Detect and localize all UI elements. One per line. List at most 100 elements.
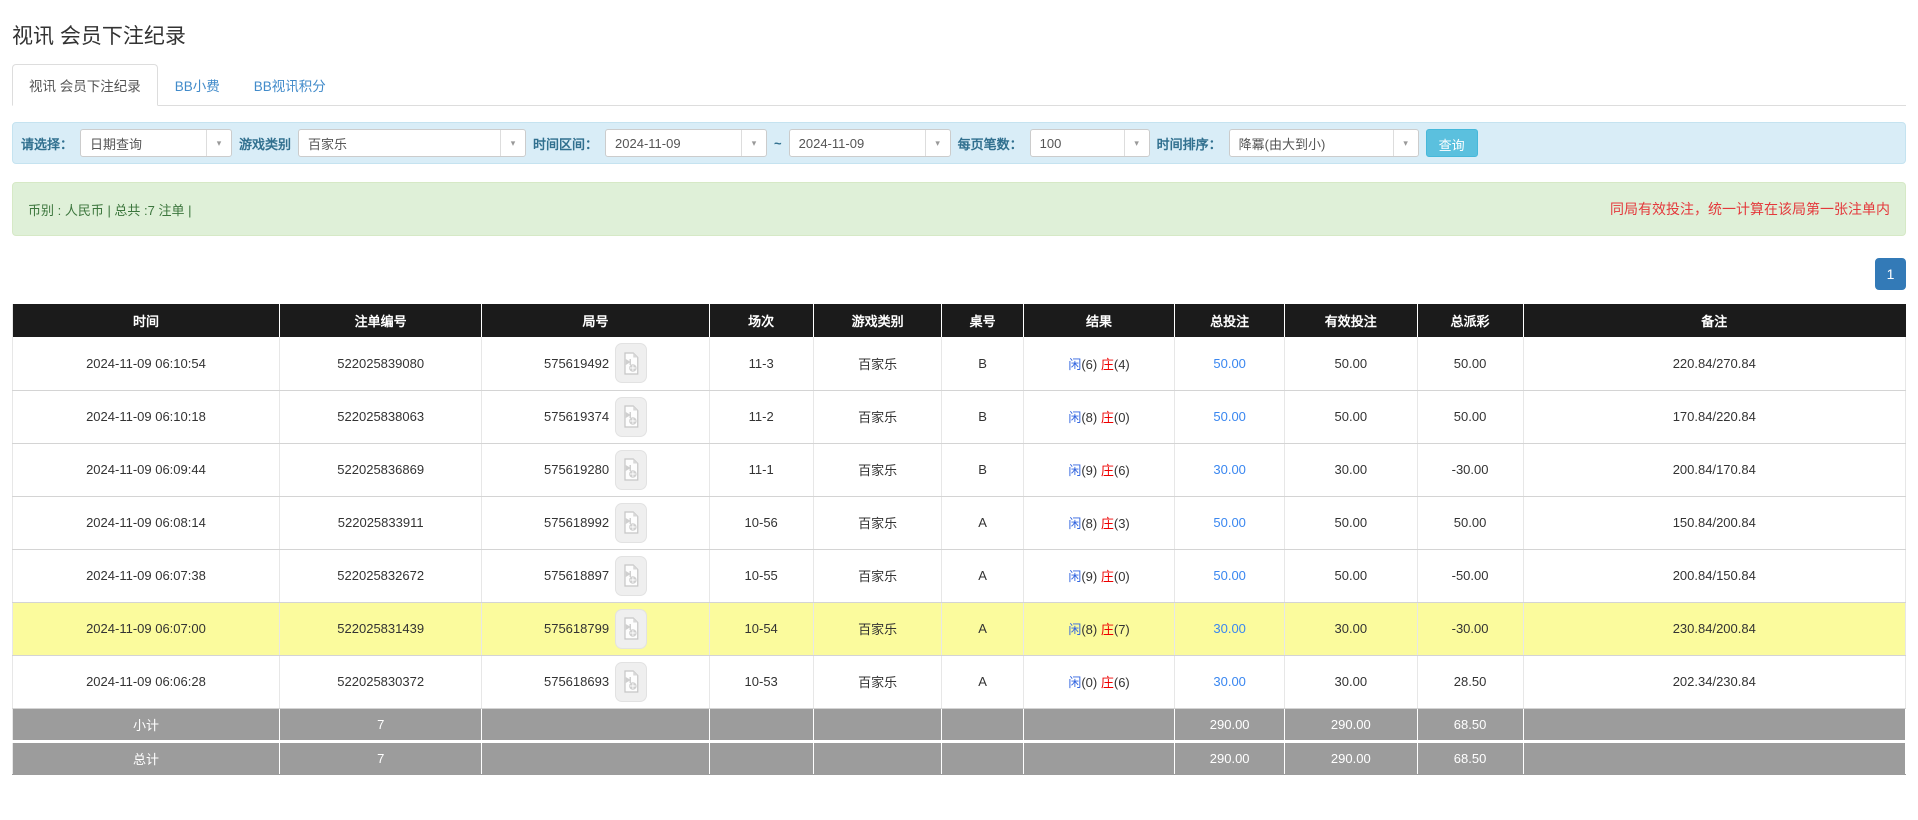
date-to-value: 2024-11-09 (790, 130, 925, 156)
total-bet-link[interactable]: 50.00 (1213, 356, 1246, 371)
tab-2[interactable]: BB视讯积分 (237, 64, 343, 106)
round-wrap: 575619280 (544, 450, 647, 490)
column-header: 备注 (1523, 304, 1905, 337)
footer-label: 小计 (13, 708, 280, 741)
cell-remark: 200.84/150.84 (1523, 549, 1905, 602)
total-bet-link[interactable]: 50.00 (1213, 515, 1246, 530)
date-to-select[interactable]: 2024-11-09 ▾ (789, 129, 951, 157)
per-page-label: 每页笔数： (958, 134, 1023, 153)
pagination: 1 (12, 258, 1906, 290)
round-wrap: 575619492 (544, 343, 647, 383)
total-bet-link[interactable]: 30.00 (1213, 674, 1246, 689)
cell-payout: 28.50 (1417, 655, 1523, 708)
result-banker-label: 庄 (1101, 622, 1114, 637)
result-player-label: 闲 (1068, 463, 1081, 478)
cell-time: 2024-11-09 06:10:54 (13, 337, 280, 390)
column-header: 注单编号 (279, 304, 482, 337)
total-bet-link[interactable]: 50.00 (1213, 409, 1246, 424)
cell-table-code: A (942, 496, 1023, 549)
column-header: 桌号 (942, 304, 1023, 337)
result-banker-value: (0) (1114, 569, 1130, 584)
cell-game: 百家乐 (813, 443, 942, 496)
search-button[interactable]: 查询 (1426, 129, 1478, 157)
result-banker-value: (0) (1114, 410, 1130, 425)
page-1-button[interactable]: 1 (1875, 258, 1906, 290)
table-row: 2024-11-09 06:07:38522025832672575618897… (13, 549, 1906, 602)
date-range-tilde: ~ (774, 136, 782, 151)
footer-empty-cell (942, 741, 1023, 774)
table-row: 2024-11-09 06:10:54522025839080575619492… (13, 337, 1906, 390)
video-replay-button[interactable] (615, 609, 647, 649)
table-row: 2024-11-09 06:09:44522025836869575619280… (13, 443, 1906, 496)
page-title: 视讯 会员下注纪录 (12, 0, 1906, 64)
cell-result: 闲(9) 庄(6) (1023, 443, 1174, 496)
query-type-select[interactable]: 日期查询 ▾ (80, 129, 232, 157)
result-banker-label: 庄 (1101, 410, 1114, 425)
per-page-select[interactable]: 100 ▾ (1030, 129, 1150, 157)
chevron-down-icon: ▾ (1393, 130, 1418, 156)
cell-payout: -50.00 (1417, 549, 1523, 602)
cell-game: 百家乐 (813, 496, 942, 549)
table-row: 2024-11-09 06:08:14522025833911 575618992… (13, 496, 1906, 549)
footer-empty-cell (1023, 741, 1174, 774)
video-replay-button[interactable] (615, 397, 647, 437)
footer-total-bet: 290.00 (1175, 708, 1285, 741)
result-player-label: 闲 (1068, 622, 1081, 637)
chevron-down-icon: ▾ (741, 130, 766, 156)
cell-payout: -30.00 (1417, 443, 1523, 496)
cell-time: 2024-11-09 06:08:14 (13, 496, 280, 549)
video-replay-button[interactable] (615, 662, 647, 702)
cell-valid-bet: 30.00 (1285, 602, 1418, 655)
cell-game: 百家乐 (813, 602, 942, 655)
video-replay-button[interactable] (615, 343, 647, 383)
video-icon (622, 670, 640, 693)
column-header: 总投注 (1175, 304, 1285, 337)
cell-result: 闲(8) 庄(7) (1023, 602, 1174, 655)
cell-result: 闲(0) 庄(6) (1023, 655, 1174, 708)
result-player-value: (0) (1081, 675, 1097, 690)
result-player-value: (8) (1081, 516, 1097, 531)
cell-table-code: A (942, 602, 1023, 655)
cell-table-code: B (942, 443, 1023, 496)
tab-bar: 视讯 会员下注纪录BB小费BB视讯积分 (12, 64, 1906, 106)
cell-bet-id: 522025833911 (279, 496, 482, 549)
cell-round: 575618897 (482, 549, 709, 602)
total-row: 总计7290.00290.0068.50 (13, 741, 1906, 774)
footer-empty-cell (709, 741, 813, 774)
cell-valid-bet: 30.00 (1285, 655, 1418, 708)
table-row: 2024-11-09 06:07:00522025831439575618799… (13, 602, 1906, 655)
total-bet-link[interactable]: 30.00 (1213, 462, 1246, 477)
result-player-label: 闲 (1068, 675, 1081, 690)
footer-payout: 68.50 (1417, 708, 1523, 741)
video-replay-button[interactable] (615, 556, 647, 596)
time-sort-value: 降冪(由大到小) (1230, 130, 1393, 156)
cell-result: 闲(8) 庄(3) (1023, 496, 1174, 549)
cell-session: 10-56 (709, 496, 813, 549)
round-wrap: 575618992 (544, 503, 647, 543)
time-sort-select[interactable]: 降冪(由大到小) ▾ (1229, 129, 1419, 157)
result-banker-value: (6) (1114, 463, 1130, 478)
round-number: 575619492 (544, 356, 609, 371)
video-replay-button[interactable] (615, 503, 647, 543)
round-wrap: 575618693 (544, 662, 647, 702)
tab-1[interactable]: BB小费 (158, 64, 237, 106)
result-banker-label: 庄 (1101, 463, 1114, 478)
result-player-label: 闲 (1068, 569, 1081, 584)
cell-round: 575619374 (482, 390, 709, 443)
total-bet-link[interactable]: 50.00 (1213, 568, 1246, 583)
cell-time: 2024-11-09 06:07:38 (13, 549, 280, 602)
tab-0[interactable]: 视讯 会员下注纪录 (12, 64, 158, 106)
total-bet-link[interactable]: 30.00 (1213, 621, 1246, 636)
table-header-row: 时间注单编号局号场次游戏类别桌号结果总投注有效投注总派彩备注 (13, 304, 1906, 337)
column-header: 局号 (482, 304, 709, 337)
video-replay-button[interactable] (615, 450, 647, 490)
game-type-select[interactable]: 百家乐 ▾ (298, 129, 526, 157)
footer-empty-cell (1523, 741, 1905, 774)
cell-round: 575619492 (482, 337, 709, 390)
result-player-label: 闲 (1068, 516, 1081, 531)
column-header: 总派彩 (1417, 304, 1523, 337)
cell-remark: 150.84/200.84 (1523, 496, 1905, 549)
date-from-select[interactable]: 2024-11-09 ▾ (605, 129, 767, 157)
cell-game: 百家乐 (813, 655, 942, 708)
chevron-down-icon: ▾ (500, 130, 525, 156)
